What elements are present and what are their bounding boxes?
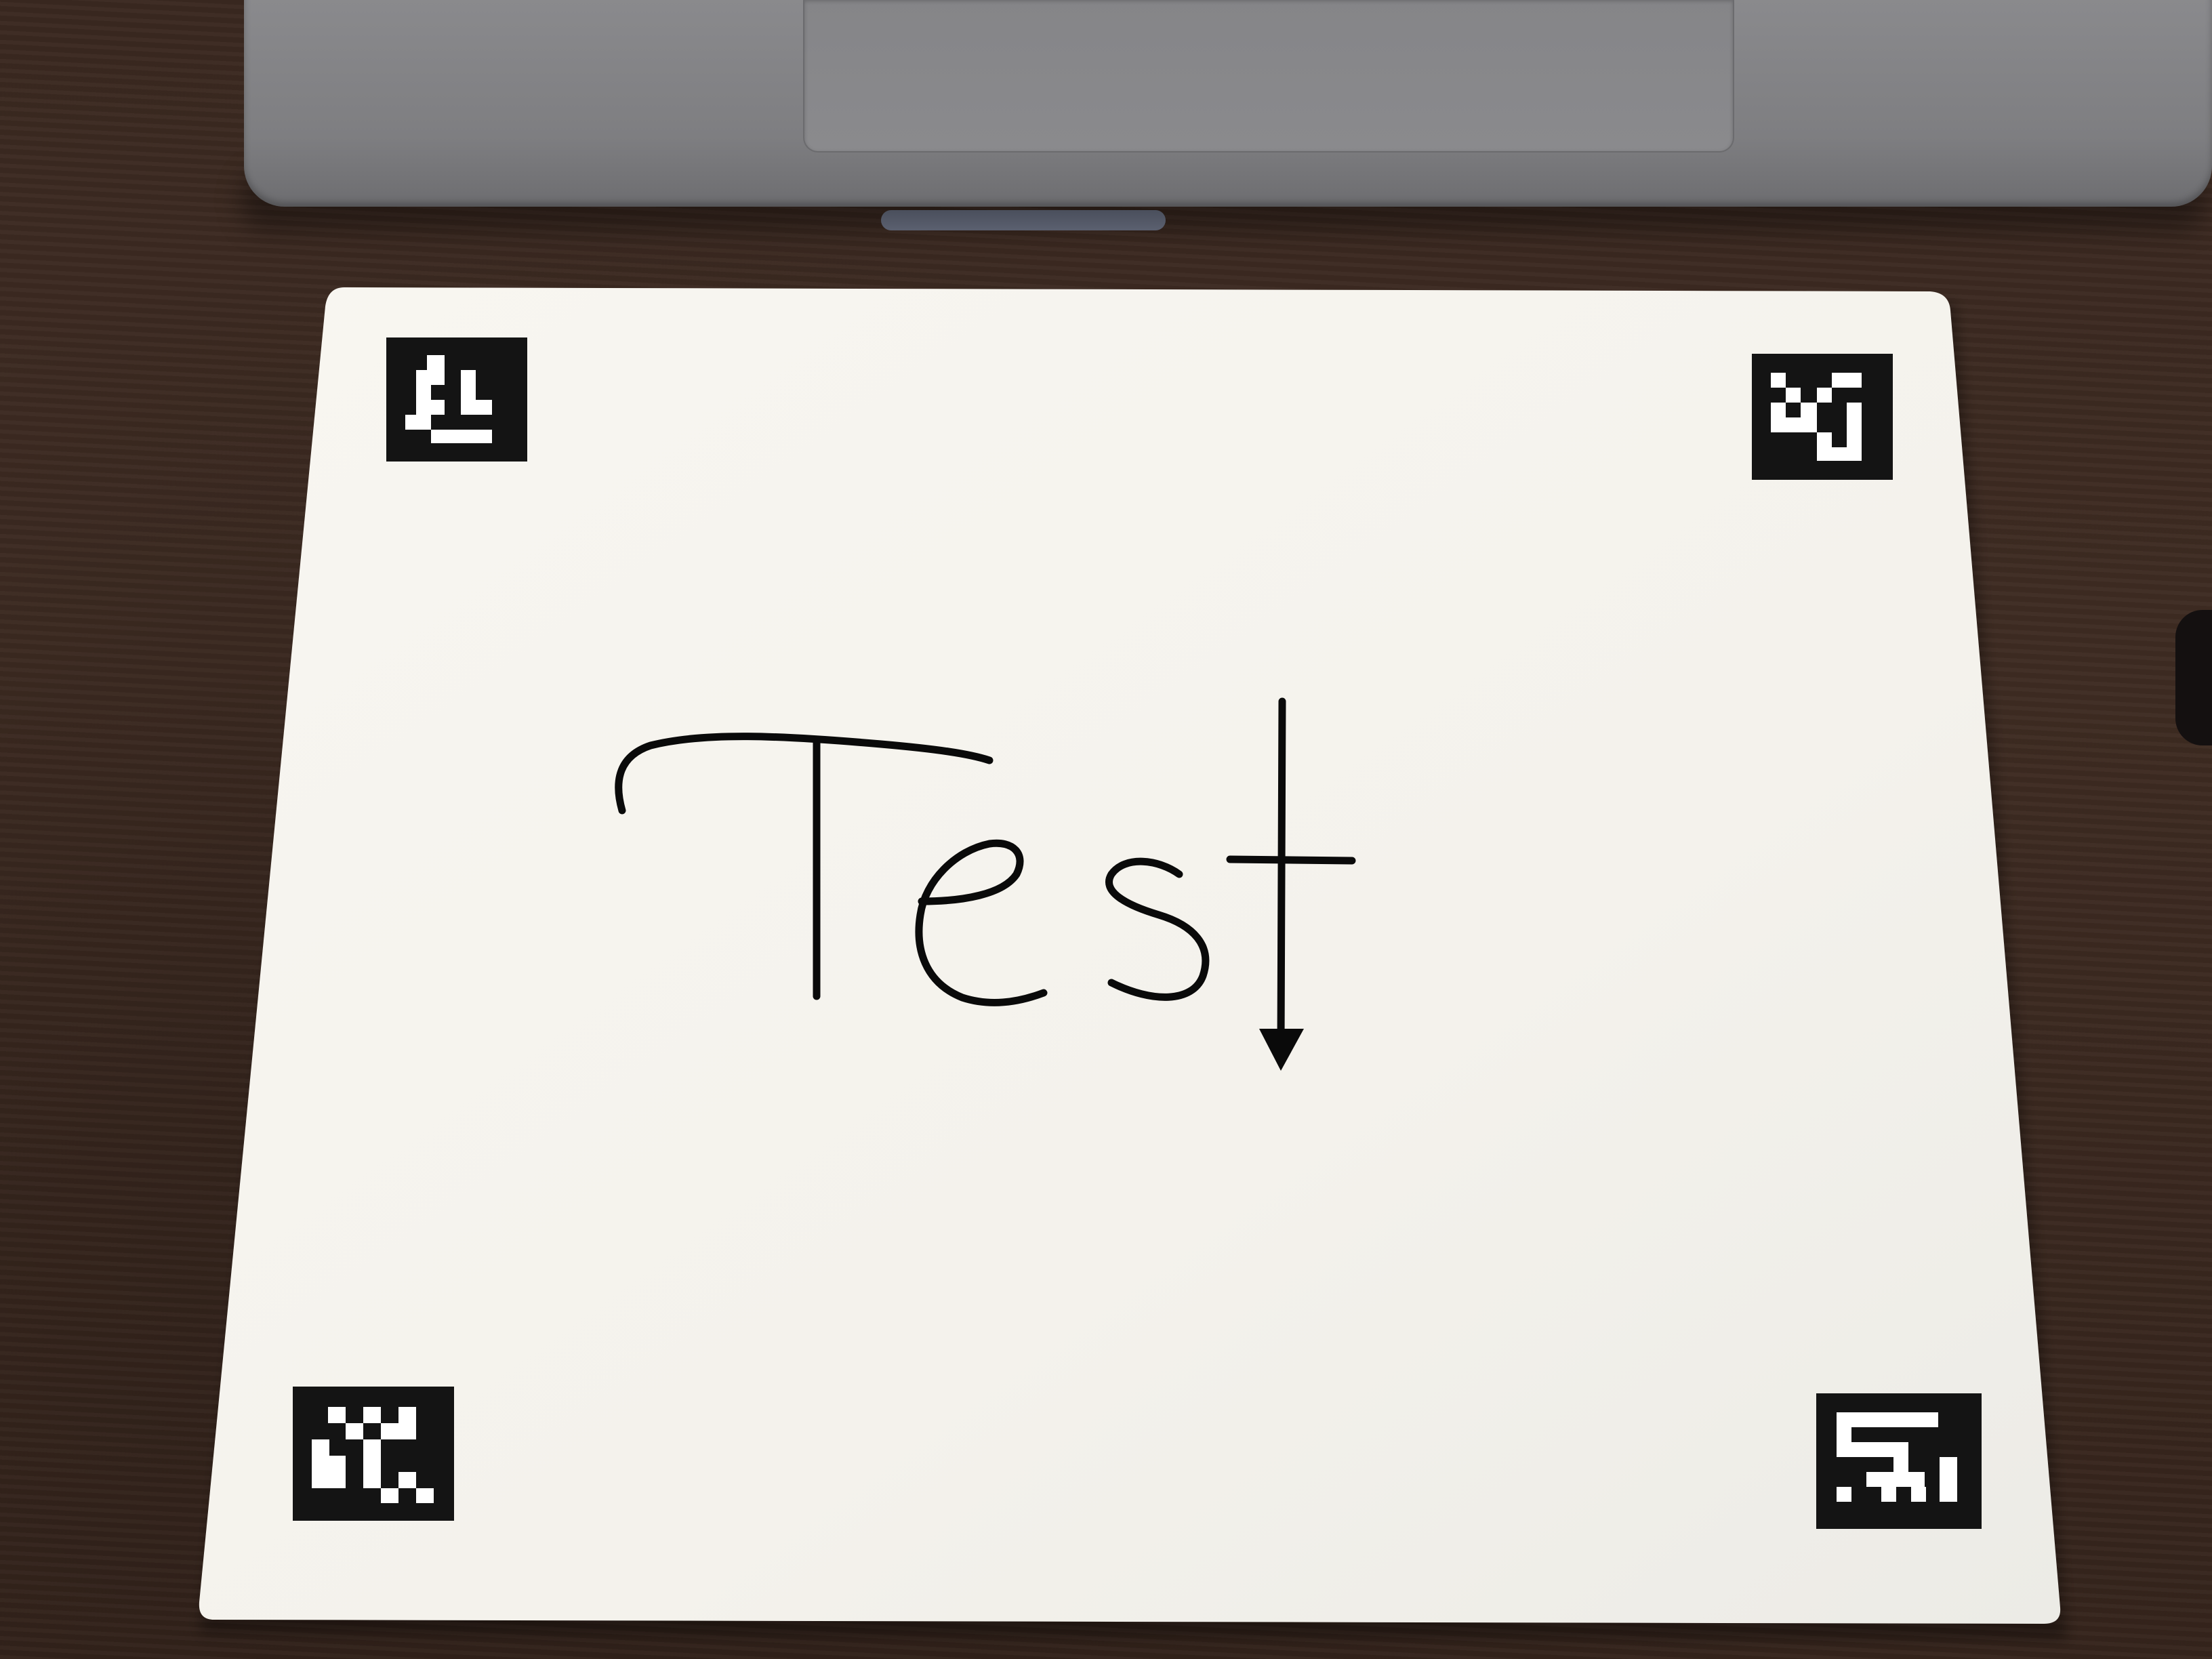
wooden-desk <box>0 0 2212 1659</box>
marker-top-left <box>386 337 527 462</box>
paper-sheet <box>199 287 2067 1640</box>
marker-bottom-right <box>1816 1393 1982 1529</box>
paper <box>199 287 2061 1624</box>
marker-top-right <box>1752 354 1893 480</box>
marker-bottom-left <box>293 1387 454 1521</box>
